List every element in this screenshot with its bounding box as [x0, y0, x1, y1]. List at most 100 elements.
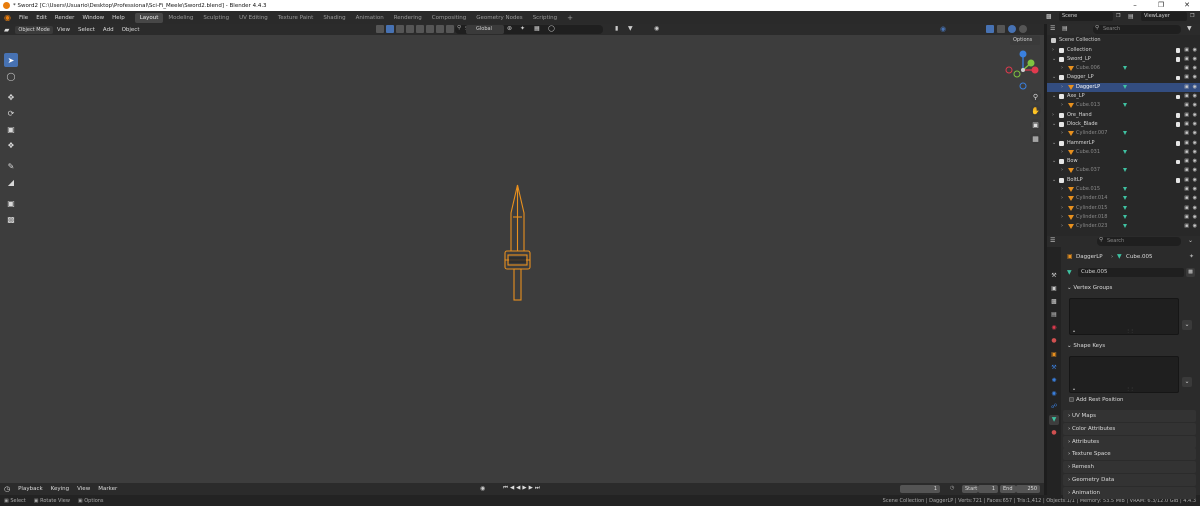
render-camera-icon[interactable]: ▣ — [1184, 46, 1189, 55]
expand-chevron-icon[interactable]: ⌄ — [1052, 55, 1056, 64]
panel-animation[interactable]: › Animation — [1063, 486, 1196, 499]
end-frame-field[interactable]: 250 — [1016, 485, 1040, 493]
expand-chevron-icon[interactable]: › — [1061, 222, 1063, 231]
outliner-object-row[interactable]: › DaggerLP ◉ ▣ — [1047, 82, 1200, 92]
render-camera-icon[interactable]: ▣ — [1184, 55, 1189, 64]
menu-window[interactable]: Window — [78, 15, 108, 21]
visibility-eye-icon[interactable]: ◉ — [1193, 148, 1197, 157]
visibility-eye-icon[interactable]: ◉ — [1193, 111, 1197, 120]
render-tab-icon[interactable]: ▣ — [1049, 284, 1059, 294]
add-workspace-button[interactable]: + — [562, 13, 578, 23]
expand-chevron-icon[interactable]: › — [1061, 213, 1063, 222]
panel-color-attributes[interactable]: › Color Attributes — [1063, 422, 1196, 435]
pivot-point-icon[interactable]: ⊛ — [507, 25, 512, 32]
tab-animation[interactable]: Animation — [351, 13, 389, 23]
proportional-editing-icon[interactable]: ◯ — [548, 25, 555, 32]
render-camera-icon[interactable]: ▣ — [1184, 213, 1189, 222]
outliner-object-row[interactable]: › Cylinder.018 ◉ ▣ — [1047, 213, 1200, 222]
render-camera-icon[interactable]: ▣ — [1184, 101, 1189, 110]
visibility-eye-icon[interactable]: ◉ — [1193, 176, 1197, 185]
scale-tool-icon[interactable]: ▣ — [4, 122, 18, 136]
expand-chevron-icon[interactable]: › — [1061, 185, 1063, 194]
scene-selector[interactable]: Scene — [1059, 12, 1113, 21]
visibility-eye-icon[interactable]: ◉ — [1193, 129, 1197, 138]
outliner-collection-row[interactable]: ⌄ Sword_LP ◉ ▣ — [1047, 55, 1200, 64]
mesh-datablock-icon[interactable]: ▼ — [1067, 269, 1072, 276]
expand-chevron-icon[interactable]: › — [1061, 194, 1063, 203]
render-camera-icon[interactable]: ▣ — [1184, 92, 1189, 101]
visibility-eye-icon[interactable]: ◉ — [1193, 120, 1197, 129]
gizmo-toggle-icon[interactable] — [396, 25, 404, 33]
expand-chevron-icon[interactable]: › — [1061, 83, 1063, 92]
viewlayer-browse-icon[interactable]: ❐ — [1190, 13, 1194, 19]
outliner-object-row[interactable]: › Cylinder.023 ◉ ▣ — [1047, 222, 1200, 231]
tab-rendering[interactable]: Rendering — [389, 13, 427, 23]
tab-scripting[interactable]: Scripting — [528, 13, 562, 23]
transform-orientation-dropdown[interactable]: Global — [466, 25, 504, 34]
object-tab-icon[interactable]: ▣ — [1049, 350, 1059, 360]
render-camera-icon[interactable]: ▣ — [1184, 111, 1189, 120]
render-camera-icon[interactable]: ▣ — [1184, 185, 1189, 194]
properties-options-icon[interactable]: ⌄ — [1188, 237, 1193, 244]
render-camera-icon[interactable]: ▣ — [1184, 64, 1189, 73]
exclude-checkbox[interactable] — [1175, 48, 1180, 53]
menu-add[interactable]: Add — [99, 27, 118, 33]
list-grip-icon[interactable]: ⋮⋮ — [1126, 328, 1134, 333]
menu-keying[interactable]: Keying — [47, 486, 73, 492]
visibility-eye-icon[interactable]: ◉ — [1193, 64, 1197, 73]
menu-object[interactable]: Object — [118, 27, 144, 33]
menu-timeline-view[interactable]: View — [73, 486, 94, 492]
panel-uv-maps[interactable]: › UV Maps — [1063, 410, 1196, 422]
expand-chevron-icon[interactable]: › — [1061, 204, 1063, 213]
menu-marker[interactable]: Marker — [94, 486, 121, 492]
snap-icon[interactable]: ✦ — [520, 25, 525, 32]
expand-chevron-icon[interactable]: ⌄ — [1052, 157, 1056, 166]
xray-toggle-icon[interactable] — [997, 25, 1005, 33]
exclude-checkbox[interactable] — [1175, 178, 1180, 183]
outliner-object-row[interactable]: › Cube.013 ◉ ▣ — [1047, 101, 1200, 110]
outliner-object-row[interactable]: › Cube.006 ◉ ▣ — [1047, 64, 1200, 73]
panel-texture-space[interactable]: › Texture Space — [1063, 448, 1196, 461]
start-frame-field[interactable]: 1 — [978, 485, 998, 493]
physics-tab-icon[interactable]: ◉ — [1049, 389, 1059, 399]
vertex-groups-list[interactable]: ▴ ⋮⋮ — [1069, 298, 1179, 335]
tab-layout[interactable]: Layout — [134, 12, 164, 23]
panel-attributes[interactable]: › Attributes — [1063, 435, 1196, 448]
menu-select[interactable]: Select — [74, 27, 99, 33]
expand-chevron-icon[interactable]: ⌄ — [1052, 139, 1056, 148]
shape-list-grip-icon[interactable]: ⋮⋮ — [1126, 386, 1134, 391]
visibility-eye-icon[interactable]: ◉ — [1193, 139, 1197, 148]
object-mode-dropdown[interactable]: Object Mode — [15, 25, 53, 34]
navigation-gizmo[interactable] — [1003, 48, 1043, 93]
properties-editor-icon[interactable]: ☰ — [1050, 237, 1055, 244]
minimize-icon[interactable]: – — [1122, 0, 1148, 11]
material-tab-icon[interactable]: ● — [1049, 428, 1059, 438]
move-tool-icon[interactable]: ✥ — [4, 90, 18, 104]
visibility-eye-icon[interactable]: ◉ — [1193, 194, 1197, 203]
menu-view[interactable]: View — [53, 27, 74, 33]
tab-uv-editing[interactable]: UV Editing — [234, 13, 273, 23]
add-cube-tool-icon[interactable]: ▣ — [4, 196, 18, 210]
material-shading-icon[interactable] — [446, 25, 454, 33]
visibility-eye-icon[interactable]: ◉ — [1193, 204, 1197, 213]
tab-compositing[interactable]: Compositing — [427, 13, 471, 23]
outliner-collection-row[interactable]: › Collection ◉ ▣ — [1047, 46, 1200, 55]
render-camera-icon[interactable]: ▣ — [1184, 129, 1189, 138]
expand-chevron-icon[interactable]: ⌄ — [1052, 176, 1056, 185]
exclude-checkbox[interactable] — [1175, 141, 1180, 146]
exclude-checkbox[interactable] — [1175, 113, 1180, 118]
visibility-eye-icon[interactable]: ◉ — [1193, 46, 1197, 55]
transform-tool-icon[interactable]: ❖ — [4, 138, 18, 152]
exclude-checkbox[interactable] — [1175, 122, 1180, 127]
visibility-eye-icon[interactable]: ◉ — [1193, 73, 1197, 82]
sword-wireframe[interactable] — [495, 183, 540, 308]
shape-keys-header[interactable]: ⌄ Shape Keys — [1067, 343, 1105, 349]
constraints-tab-icon[interactable]: ☍ — [1049, 402, 1059, 412]
blender-menu-icon[interactable]: ◉ — [0, 13, 15, 22]
shape-list-resize-icon[interactable]: ▴ — [1073, 386, 1075, 391]
panel-geometry-data[interactable]: › Geometry Data — [1063, 474, 1196, 486]
pin-icon[interactable]: ✦ — [1189, 253, 1194, 260]
tool-tab-icon[interactable]: ⚒ — [1049, 271, 1059, 281]
tab-shading[interactable]: Shading — [318, 13, 350, 23]
outliner-object-row[interactable]: › Cylinder.015 ◉ ▣ — [1047, 204, 1200, 213]
